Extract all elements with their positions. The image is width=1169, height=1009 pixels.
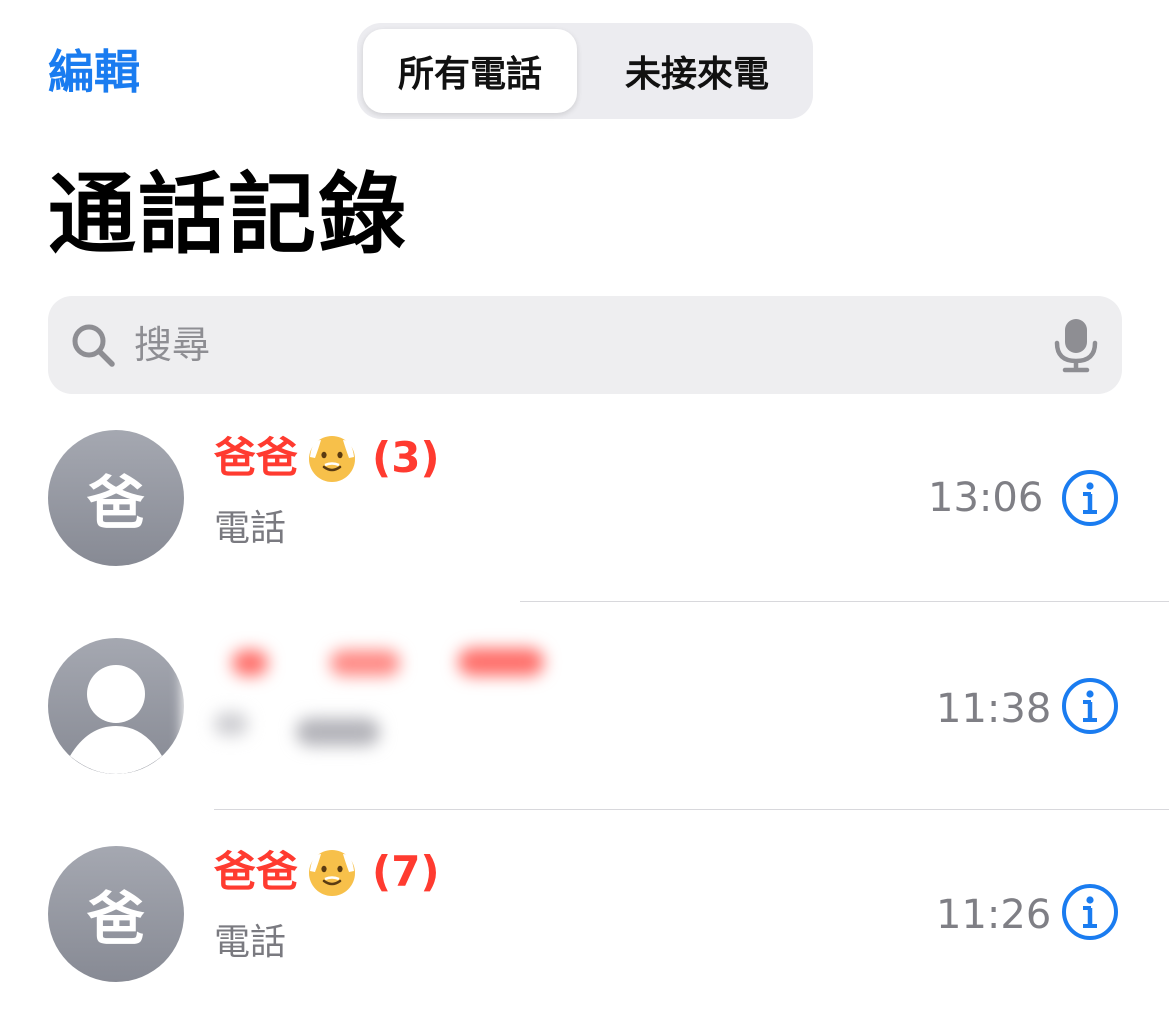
redacted-type [296, 718, 380, 746]
call-time: 11:38 [936, 686, 1052, 732]
contact-avatar: 爸 [48, 846, 184, 982]
row-divider [520, 601, 1169, 602]
call-count: (3) [372, 433, 440, 482]
recents-screen: 編輯 所有電話 未接來電 通話記錄 爸 爸爸 [0, 0, 1169, 1009]
call-row[interactable]: 11:38 [0, 606, 1169, 806]
older-man-emoji-icon [309, 850, 356, 896]
redacted-name [232, 650, 268, 676]
info-icon[interactable] [1061, 469, 1119, 527]
avatar-initial: 爸 [86, 469, 145, 537]
caller-name: 爸爸 [214, 847, 299, 896]
row-divider [214, 809, 1169, 810]
call-time: 13:06 [928, 475, 1044, 521]
redacted-type [214, 712, 248, 736]
older-man-emoji-icon [309, 436, 356, 482]
info-icon[interactable] [1061, 883, 1119, 941]
microphone-icon[interactable] [1048, 316, 1104, 374]
call-type-label: 電話 [214, 508, 287, 549]
contact-avatar [48, 638, 184, 774]
search-bar[interactable] [48, 296, 1122, 394]
person-silhouette-icon [70, 665, 162, 774]
page-title: 通話記錄 [48, 163, 409, 266]
search-icon [72, 324, 115, 367]
avatar-initial: 爸 [86, 885, 145, 953]
contact-avatar: 爸 [48, 430, 184, 566]
redacted-name [458, 648, 544, 676]
redacted-name [330, 650, 400, 676]
call-filter-segmented-control: 所有電話 未接來電 [357, 23, 813, 119]
call-row[interactable]: 爸 爸爸 (3) 電話 13:06 [0, 400, 1169, 600]
segment-missed-calls[interactable]: 未接來電 [587, 29, 807, 113]
caller-name: 爸爸 [214, 433, 299, 482]
caller-name-line: 爸爸 (3) [214, 430, 440, 486]
caller-name-line: 爸爸 (7) [214, 844, 440, 900]
call-row[interactable]: 爸 爸爸 (7) 電話 11:26 [0, 814, 1169, 1009]
call-type-label: 電話 [214, 922, 287, 963]
segment-all-calls[interactable]: 所有電話 [363, 29, 577, 113]
info-icon[interactable] [1061, 677, 1119, 735]
search-input[interactable] [134, 296, 1034, 394]
call-time: 11:26 [936, 892, 1052, 938]
edit-button[interactable]: 編輯 [48, 40, 140, 104]
call-count: (7) [372, 847, 440, 896]
